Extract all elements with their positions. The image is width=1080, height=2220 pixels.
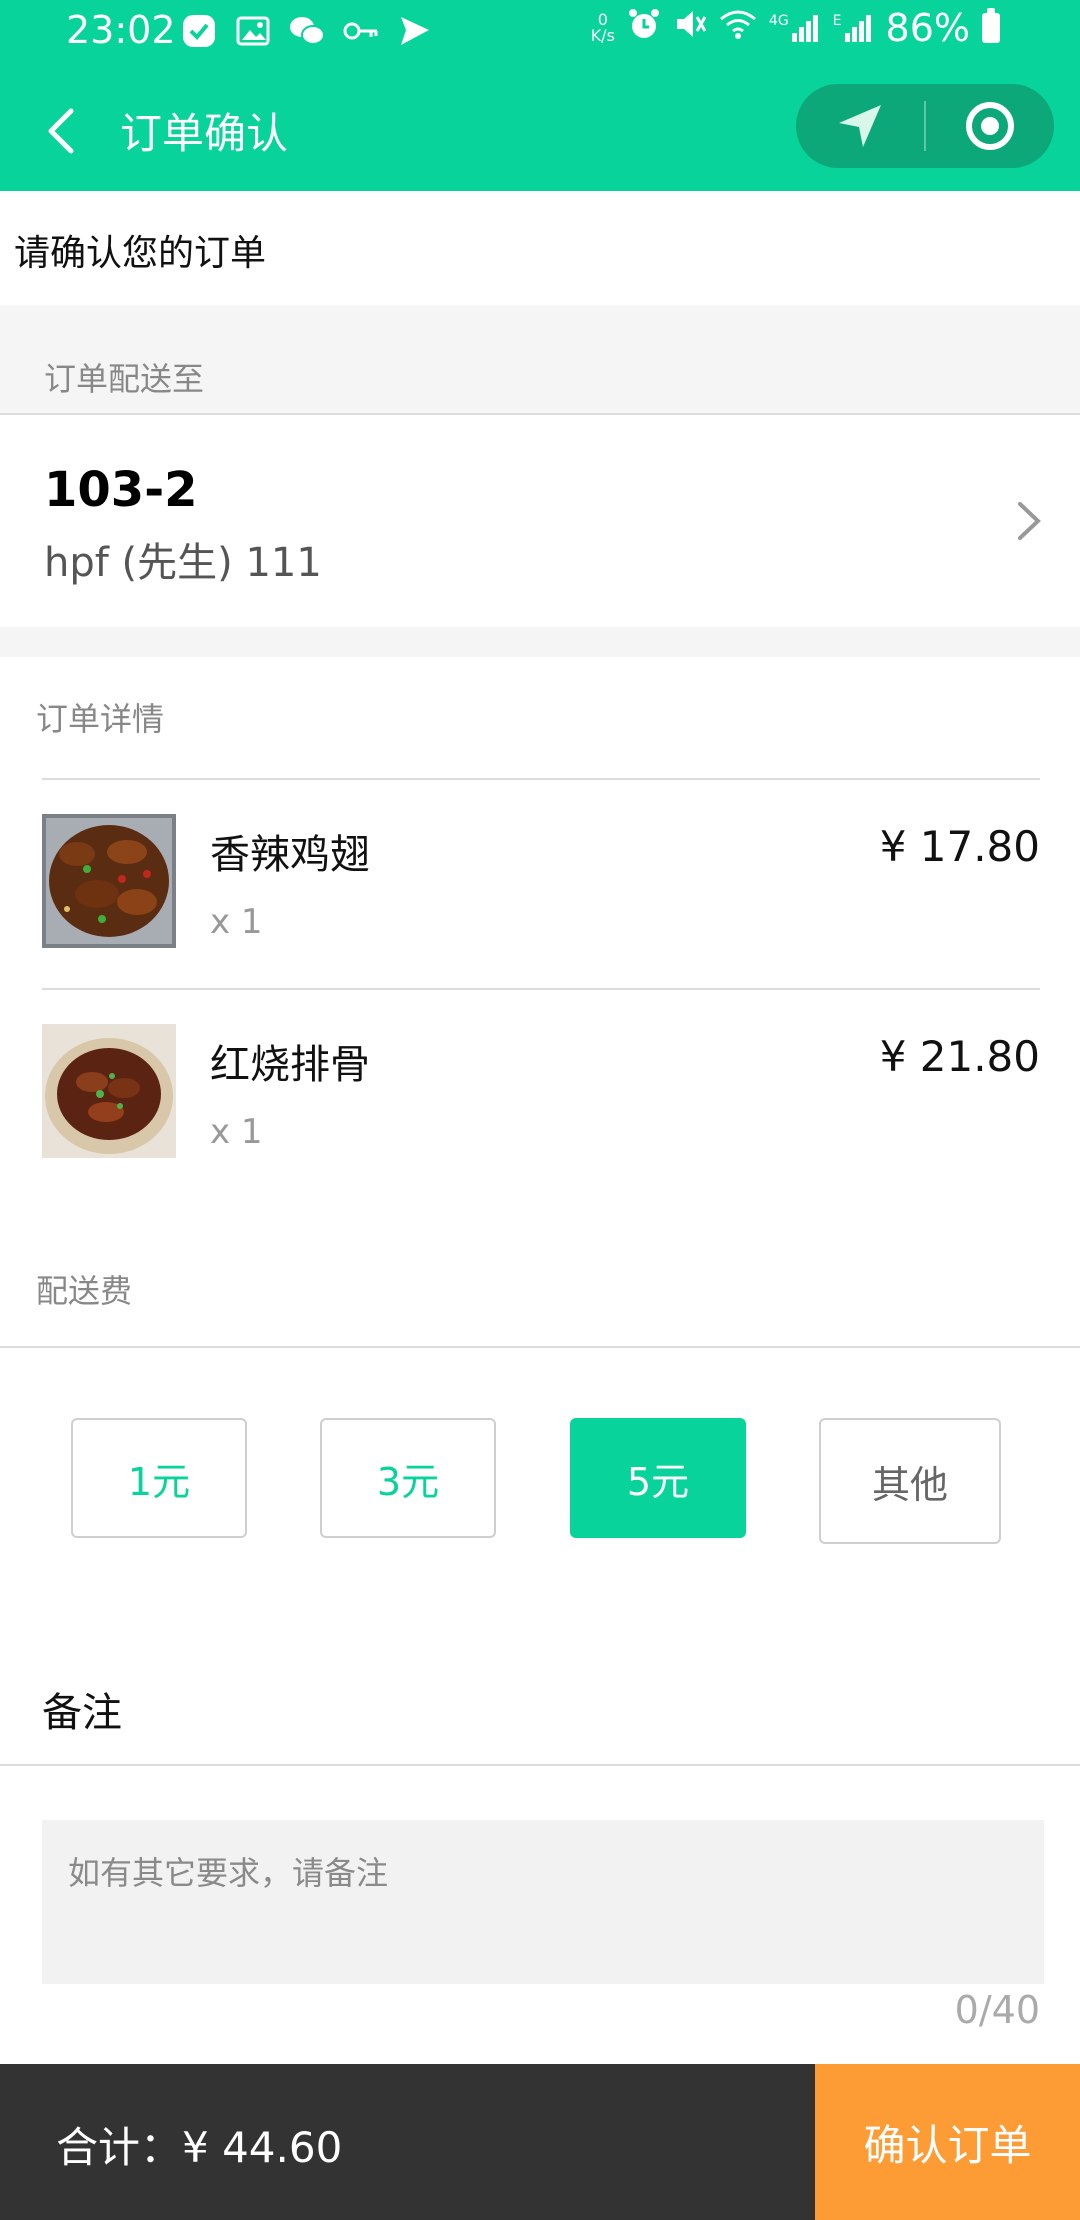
wechat-icon <box>288 12 326 50</box>
divider <box>0 1346 1080 1348</box>
status-notification-icons <box>180 12 434 50</box>
signal-4g-label: 4G <box>768 13 789 29</box>
gallery-icon <box>234 12 272 50</box>
fee-option-1[interactable]: 1元 <box>71 1418 247 1538</box>
chevron-right-icon <box>1014 498 1054 544</box>
location-button[interactable] <box>796 84 924 168</box>
remark-char-count: 0/40 <box>954 1988 1040 2032</box>
mini-program-capsule <box>796 84 1054 168</box>
confirm-order-button[interactable]: 确认订单 <box>815 2064 1080 2220</box>
item-qty: x 1 <box>210 902 263 942</box>
mute-icon <box>673 6 707 50</box>
delivery-address-row[interactable] <box>0 415 1080 627</box>
battery-percent: 86% <box>885 6 970 50</box>
page-title: 订单确认 <box>120 109 289 158</box>
wifi-icon <box>719 6 757 50</box>
back-button[interactable] <box>30 96 90 166</box>
fee-option-3[interactable]: 3元 <box>320 1418 496 1538</box>
confirm-heading: 请确认您的订单 <box>14 233 267 274</box>
app-check-icon <box>180 12 218 50</box>
remark-input[interactable]: 如有其它要求，请备注 <box>42 1820 1044 1984</box>
order-total: 合计：¥ 44.60 <box>56 2123 343 2172</box>
location-arrow-icon <box>839 105 881 147</box>
item-price: ¥ 21.80 <box>879 1032 1040 1081</box>
key-icon <box>342 12 380 50</box>
fee-option-other[interactable]: 其他 <box>819 1418 1001 1544</box>
send-icon <box>396 12 434 50</box>
item-image-braised-ribs <box>42 1024 176 1158</box>
order-details-label: 订单详情 <box>36 700 165 738</box>
status-right-group: 0 K/s 4G E 86% <box>591 6 1000 50</box>
item-name: 香辣鸡翅 <box>210 832 370 878</box>
delivery-contact: hpf (先生) 111 <box>44 540 322 586</box>
remark-title: 备注 <box>42 1690 122 1736</box>
section-gap <box>0 627 1080 657</box>
delivery-label: 订单配送至 <box>44 360 205 398</box>
alarm-icon <box>627 6 661 50</box>
item-price: ¥ 17.80 <box>879 822 1040 871</box>
battery-icon <box>982 8 1000 43</box>
signal-e-label: E <box>832 13 842 29</box>
item-image-spicy-wings <box>42 814 176 948</box>
delivery-fee-label: 配送费 <box>36 1272 133 1310</box>
target-icon <box>965 102 1014 150</box>
signal-4g-icon: 4G <box>769 13 821 43</box>
item-qty: x 1 <box>210 1112 263 1152</box>
item-name: 红烧排骨 <box>210 1042 370 1088</box>
chevron-left-icon <box>48 108 74 154</box>
net-speed: 0 K/s <box>591 12 615 44</box>
signal-e-icon: E <box>833 13 874 43</box>
close-target-button[interactable] <box>926 84 1054 168</box>
divider <box>0 1764 1080 1766</box>
status-time: 23:02 <box>66 8 176 52</box>
fee-option-5-selected[interactable]: 5元 <box>570 1418 746 1538</box>
net-speed-unit: K/s <box>590 26 615 45</box>
delivery-address: 103-2 <box>44 462 198 518</box>
